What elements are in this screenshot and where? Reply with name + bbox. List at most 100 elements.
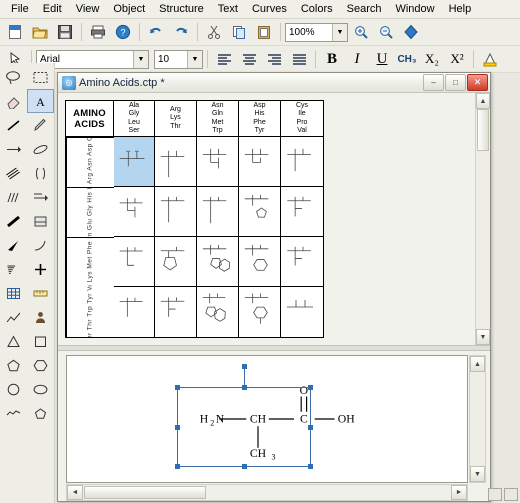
menu-view[interactable]: View <box>69 1 107 17</box>
align-right-button[interactable] <box>262 47 286 71</box>
scroll-up-arrow-icon[interactable]: ▲ <box>476 93 490 109</box>
align-center-button[interactable] <box>237 47 261 71</box>
selection-handle-middle-right[interactable] <box>308 425 313 430</box>
square-tool[interactable] <box>27 329 54 353</box>
chevron-down-icon[interactable]: ▼ <box>133 50 148 68</box>
selection-handle-bottom-left[interactable] <box>175 464 180 469</box>
paste-button[interactable] <box>252 20 276 44</box>
selection-rectangle[interactable] <box>175 364 313 469</box>
template-cell-r2c5[interactable] <box>281 187 323 237</box>
template-cell-r1c5[interactable] <box>281 137 323 187</box>
circle-tool[interactable] <box>0 377 27 401</box>
template-cell-r1c4[interactable] <box>239 137 281 187</box>
reaction-arrow-tool[interactable] <box>27 185 54 209</box>
font-size-combobox[interactable]: 10 ▼ <box>154 49 203 69</box>
redo-button[interactable] <box>169 20 193 44</box>
italic-button[interactable]: I <box>345 47 369 71</box>
wedge-bond-tool[interactable] <box>0 233 27 257</box>
menu-colors[interactable]: Colors <box>294 1 340 17</box>
selection-handle-bottom-center[interactable] <box>242 464 247 469</box>
template-cell-r2c1[interactable] <box>114 187 155 237</box>
lasso-select-tool[interactable] <box>0 65 27 89</box>
template-cell-r3c4[interactable] <box>239 237 281 287</box>
template-cell-r4c2[interactable] <box>155 287 197 337</box>
text-tool[interactable]: A <box>27 89 54 113</box>
superscript-button[interactable]: X² <box>445 47 469 71</box>
template-scrollbar-thumb[interactable] <box>477 109 489 151</box>
hash-bond-tool[interactable] <box>0 185 27 209</box>
close-button[interactable]: ✕ <box>467 74 488 91</box>
zoom-out-button[interactable] <box>374 20 398 44</box>
template-cell-r3c5[interactable] <box>281 237 323 287</box>
template-cell-r1c3[interactable] <box>197 137 239 187</box>
resize-grip-icon[interactable] <box>504 488 518 501</box>
template-cell-r4c4[interactable] <box>239 287 281 337</box>
template-cell-r4c5[interactable] <box>281 287 323 337</box>
zoom-combobox[interactable]: 100% ▼ <box>285 22 348 42</box>
menu-search[interactable]: Search <box>340 1 389 17</box>
oval-tool[interactable] <box>27 377 54 401</box>
menu-file[interactable]: File <box>4 1 36 17</box>
canvas-scroll-down-arrow-icon[interactable]: ▼ <box>470 466 485 482</box>
menu-window[interactable]: Window <box>388 1 441 17</box>
help-button[interactable]: ? <box>111 20 135 44</box>
selection-handle-top-right[interactable] <box>308 385 313 390</box>
maximize-button[interactable]: □ <box>445 74 466 91</box>
subscript-button[interactable]: X₂ <box>420 47 444 71</box>
person-tool[interactable] <box>27 305 54 329</box>
undo-button[interactable] <box>144 20 168 44</box>
arrow-tool[interactable] <box>0 137 27 161</box>
save-document-button[interactable] <box>53 20 77 44</box>
formula-button[interactable]: CH₃ <box>395 47 419 71</box>
table-tool[interactable] <box>0 281 27 305</box>
canvas-scrollbar-vertical[interactable]: ▲ ▼ <box>469 355 486 483</box>
menu-structure[interactable]: Structure <box>152 1 211 17</box>
hexagon-tool[interactable] <box>27 353 54 377</box>
dashed-wedge-tool[interactable] <box>0 257 27 281</box>
triangle-tool[interactable] <box>0 329 27 353</box>
template-cell-r1c1[interactable] <box>114 137 155 187</box>
minimize-button[interactable]: – <box>423 74 444 91</box>
bold-button[interactable]: B <box>320 47 344 71</box>
cyclopentane-tool[interactable] <box>27 401 54 425</box>
open-document-button[interactable] <box>28 20 52 44</box>
template-cell-r4c1[interactable] <box>114 287 155 337</box>
marquee-select-tool[interactable] <box>27 65 54 89</box>
plus-tool[interactable] <box>27 257 54 281</box>
chart-tool[interactable] <box>0 305 27 329</box>
chain-tool[interactable] <box>27 209 54 233</box>
selection-handle-top-left[interactable] <box>175 385 180 390</box>
canvas-scrollbar-track[interactable] <box>470 372 485 466</box>
template-scrollbar-vertical[interactable]: ▲ ▼ <box>475 93 490 345</box>
canvas-scrollbar-horizontal[interactable]: ◄ ► <box>66 484 468 501</box>
orbital-tool[interactable] <box>27 137 54 161</box>
template-cell-r3c3[interactable] <box>197 237 239 287</box>
rotation-handle[interactable] <box>242 364 247 369</box>
menu-help[interactable]: Help <box>442 1 479 17</box>
document-titlebar[interactable]: ◎ Amino Acids.ctp * – □ ✕ <box>58 73 490 93</box>
canvas-hscrollbar-thumb[interactable] <box>84 486 206 499</box>
ruler-tool[interactable] <box>27 281 54 305</box>
chevron-down-icon[interactable]: ▼ <box>332 23 347 41</box>
scroll-down-arrow-icon[interactable]: ▼ <box>476 329 490 345</box>
selection-handle-bottom-right[interactable] <box>308 464 313 469</box>
selection-handle-middle-left[interactable] <box>175 425 180 430</box>
cyclohexane-chair-tool[interactable] <box>0 401 27 425</box>
align-left-button[interactable] <box>212 47 236 71</box>
zoom-in-button[interactable] <box>349 20 373 44</box>
text-color-button[interactable] <box>478 47 502 71</box>
menu-curves[interactable]: Curves <box>245 1 294 17</box>
canvas-scroll-up-arrow-icon[interactable]: ▲ <box>470 356 485 372</box>
menu-edit[interactable]: Edit <box>36 1 69 17</box>
template-cell-r2c2[interactable] <box>155 187 197 237</box>
pen-tool[interactable] <box>27 113 54 137</box>
canvas-scroll-right-arrow-icon[interactable]: ► <box>451 485 467 500</box>
cut-button[interactable] <box>202 20 226 44</box>
chevron-down-icon[interactable]: ▼ <box>187 50 202 68</box>
canvas-scroll-left-arrow-icon[interactable]: ◄ <box>67 485 83 500</box>
eraser-tool[interactable] <box>0 89 27 113</box>
align-justify-button[interactable] <box>287 47 311 71</box>
solid-bond-tool[interactable] <box>0 113 27 137</box>
print-button[interactable] <box>86 20 110 44</box>
copy-button[interactable] <box>227 20 251 44</box>
